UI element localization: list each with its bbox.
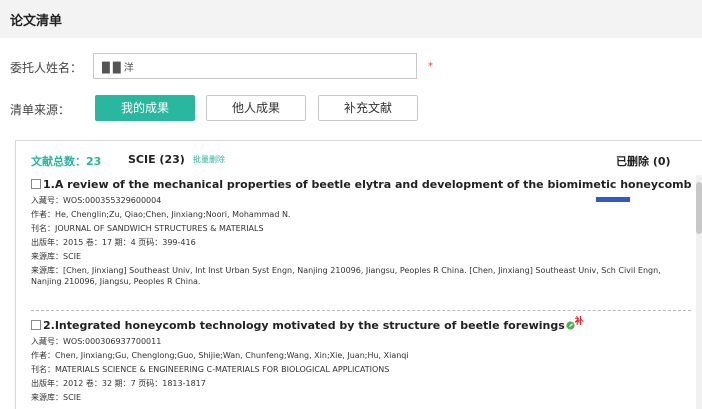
paper-title-row: 2.Integrated honeycomb technology motiva… bbox=[31, 317, 691, 333]
paper-database: 来源库：SCIE bbox=[31, 251, 82, 261]
paper-title-row: 1.A review of the mechanical properties … bbox=[31, 178, 702, 192]
supplementary-docs-button[interactable]: 补充文献 bbox=[318, 95, 418, 121]
batch-delete-link[interactable]: 批量删除 bbox=[193, 154, 225, 165]
paper-authors: 作者：Chen, Jinxiang;Gu, Chenglong;Guo, Shi… bbox=[31, 350, 409, 360]
header-bar bbox=[0, 0, 702, 38]
paper-title[interactable]: 2.Integrated honeycomb technology motiva… bbox=[43, 319, 565, 332]
list-source-label: 清单来源： bbox=[10, 103, 71, 117]
scie-count[interactable]: SCIE (23) bbox=[128, 153, 185, 166]
supplement-mark[interactable]: 补 bbox=[575, 317, 584, 327]
paper-journal: 刊名：JOURNAL OF SANDWICH STRUCTURES & MATE… bbox=[31, 223, 264, 233]
paper-checkbox[interactable] bbox=[31, 320, 41, 330]
scrollbar-thumb[interactable] bbox=[696, 182, 702, 234]
leaf-icon[interactable] bbox=[566, 320, 575, 333]
others-results-button[interactable]: 他人成果 bbox=[206, 95, 306, 121]
client-name-label: 委托人姓名： bbox=[10, 61, 83, 75]
required-mark: * bbox=[428, 61, 433, 72]
paper-address: 来源库：[Chen, Jinxiang] Southeast Univ, Int… bbox=[31, 265, 661, 286]
paper-authors: 作者：He, Chenglin;Zu, Qiao;Chen, Jinxiang;… bbox=[31, 209, 291, 219]
deleted-count[interactable]: 已删除 (0) bbox=[616, 153, 671, 169]
paper-accession: 入藏号：WOS:000355329600004 bbox=[31, 195, 162, 205]
paper-item: 2.Integrated honeycomb technology motiva… bbox=[31, 317, 691, 403]
paper-item: 1.A review of the mechanical properties … bbox=[31, 178, 702, 287]
page-title: 论文清单 bbox=[10, 14, 63, 29]
paper-accession: 入藏号：WOS:000306937700011 bbox=[31, 336, 162, 346]
paper-database: 来源库：SCIE bbox=[31, 392, 82, 402]
client-name-input[interactable] bbox=[93, 53, 417, 79]
paper-publication: 出版年：2015 卷：17 期：4 页码：399-416 bbox=[31, 237, 196, 247]
summary-bar: 文献总数：23 SCIE (23) 批量删除 bbox=[31, 153, 225, 169]
highlight-marker bbox=[596, 197, 630, 202]
paper-divider bbox=[31, 310, 691, 311]
paper-list-panel: 文献总数：23 SCIE (23) 批量删除 已删除 (0) 1.A revie… bbox=[15, 140, 702, 409]
paper-journal: 刊名：MATERIALS SCIENCE & ENGINEERING C-MAT… bbox=[31, 364, 390, 374]
paper-title[interactable]: 1.A review of the mechanical properties … bbox=[43, 178, 702, 191]
my-results-button[interactable]: 我的成果 bbox=[95, 95, 195, 121]
paper-checkbox[interactable] bbox=[31, 179, 41, 189]
paper-publication: 出版年：2012 卷：32 期：7 页码：1813-1817 bbox=[31, 378, 206, 388]
total-count: 文献总数：23 bbox=[31, 155, 102, 168]
